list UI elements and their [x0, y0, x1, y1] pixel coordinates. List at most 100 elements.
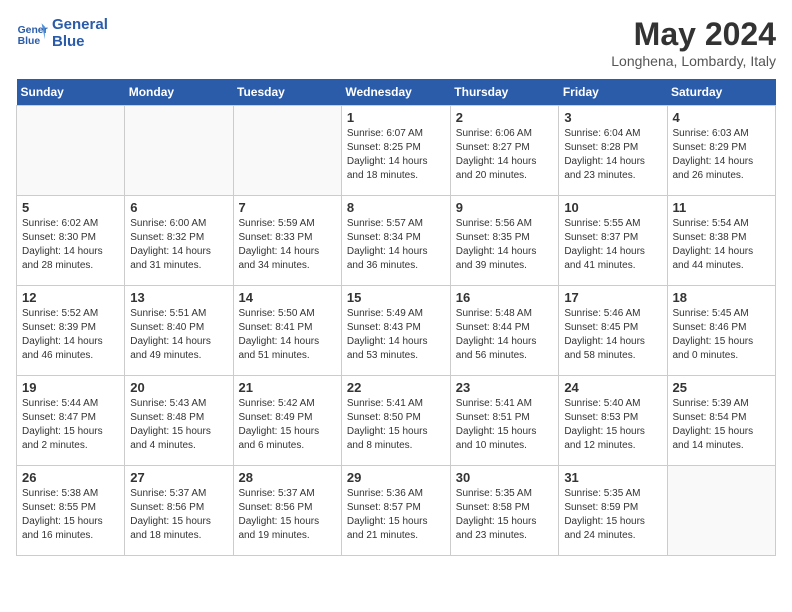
day-number: 10 — [564, 200, 661, 215]
day-number: 8 — [347, 200, 445, 215]
day-number: 19 — [22, 380, 119, 395]
day-info: Sunrise: 5:57 AM Sunset: 8:34 PM Dayligh… — [347, 217, 445, 273]
day-info: Sunrise: 5:46 AM Sunset: 8:45 PM Dayligh… — [564, 307, 661, 363]
day-number: 25 — [673, 380, 771, 395]
day-info: Sunrise: 5:49 AM Sunset: 8:43 PM Dayligh… — [347, 307, 445, 363]
day-info: Sunrise: 6:06 AM Sunset: 8:27 PM Dayligh… — [456, 127, 554, 183]
calendar-cell: 21Sunrise: 5:42 AM Sunset: 8:49 PM Dayli… — [233, 376, 341, 466]
calendar-cell: 5 Sunrise: 6:02 AM Sunset: 8:30 PM Daylig… — [17, 196, 125, 286]
calendar-cell: 7 Sunrise: 5:59 AM Sunset: 8:33 PM Daylig… — [233, 196, 341, 286]
calendar-cell: 23Sunrise: 5:41 AM Sunset: 8:51 PM Dayli… — [450, 376, 559, 466]
day-info: Sunrise: 5:56 AM Sunset: 8:35 PM Dayligh… — [456, 217, 554, 273]
week-row-0: 1Sunrise: 6:07 AM Sunset: 8:25 PM Daylig… — [17, 106, 776, 196]
calendar-cell: 24Sunrise: 5:40 AM Sunset: 8:53 PM Dayli… — [559, 376, 667, 466]
calendar-cell: 31 Sunrise: 5:35 AM Sunset: 8:59 PM Dayli… — [559, 466, 667, 556]
calendar-cell: 26Sunrise: 5:38 AM Sunset: 8:55 PM Dayli… — [17, 466, 125, 556]
day-number: 14 — [239, 290, 336, 305]
day-number: 3 — [564, 110, 661, 125]
day-number: 15 — [347, 290, 445, 305]
calendar-cell: 10 Sunrise: 5:55 AM Sunset: 8:37 PM Dayli… — [559, 196, 667, 286]
day-number: 12 — [22, 290, 119, 305]
day-number: 4 — [673, 110, 771, 125]
day-number: 26 — [22, 470, 119, 485]
logo-icon: General Blue — [16, 17, 48, 49]
day-number: 2 — [456, 110, 554, 125]
calendar-cell: 17Sunrise: 5:46 AM Sunset: 8:45 PM Dayli… — [559, 286, 667, 376]
logo: General Blue General Blue — [16, 16, 108, 50]
calendar-cell: 18 Sunrise: 5:45 AM Sunset: 8:46 PM Dayli… — [667, 286, 776, 376]
day-number: 6 — [130, 200, 227, 215]
day-info: Sunrise: 5:41 AM Sunset: 8:50 PM Dayligh… — [347, 397, 445, 453]
month-title: May 2024 — [611, 16, 776, 53]
calendar-cell — [233, 106, 341, 196]
calendar-cell: 15 Sunrise: 5:49 AM Sunset: 8:43 PM Dayli… — [341, 286, 450, 376]
day-number: 7 — [239, 200, 336, 215]
day-info: Sunrise: 5:43 AM Sunset: 8:48 PM Dayligh… — [130, 397, 227, 453]
calendar-cell: 27 Sunrise: 5:37 AM Sunset: 8:56 PM Dayli… — [125, 466, 233, 556]
day-info: Sunrise: 5:52 AM Sunset: 8:39 PM Dayligh… — [22, 307, 119, 363]
logo-line1: General — [52, 16, 108, 33]
day-info: Sunrise: 5:48 AM Sunset: 8:44 PM Dayligh… — [456, 307, 554, 363]
day-number: 9 — [456, 200, 554, 215]
day-number: 22 — [347, 380, 445, 395]
day-info: Sunrise: 6:03 AM Sunset: 8:29 PM Dayligh… — [673, 127, 771, 183]
day-number: 28 — [239, 470, 336, 485]
day-number: 31 — [564, 470, 661, 485]
day-number: 20 — [130, 380, 227, 395]
day-number: 18 — [673, 290, 771, 305]
calendar-cell: 16 Sunrise: 5:48 AM Sunset: 8:44 PM Dayli… — [450, 286, 559, 376]
calendar-cell: 19 Sunrise: 5:44 AM Sunset: 8:47 PM Dayli… — [17, 376, 125, 466]
day-info: Sunrise: 5:35 AM Sunset: 8:59 PM Dayligh… — [564, 487, 661, 543]
day-info: Sunrise: 5:39 AM Sunset: 8:54 PM Dayligh… — [673, 397, 771, 453]
header-saturday: Saturday — [667, 79, 776, 106]
day-number: 27 — [130, 470, 227, 485]
calendar-cell: 6 Sunrise: 6:00 AM Sunset: 8:32 PM Daylig… — [125, 196, 233, 286]
day-info: Sunrise: 6:07 AM Sunset: 8:25 PM Dayligh… — [347, 127, 445, 183]
day-number: 16 — [456, 290, 554, 305]
day-info: Sunrise: 6:00 AM Sunset: 8:32 PM Dayligh… — [130, 217, 227, 273]
header-thursday: Thursday — [450, 79, 559, 106]
day-info: Sunrise: 5:35 AM Sunset: 8:58 PM Dayligh… — [456, 487, 554, 543]
title-block: May 2024 Longhena, Lombardy, Italy — [611, 16, 776, 69]
calendar-cell — [667, 466, 776, 556]
day-info: Sunrise: 5:59 AM Sunset: 8:33 PM Dayligh… — [239, 217, 336, 273]
day-number: 5 — [22, 200, 119, 215]
day-number: 23 — [456, 380, 554, 395]
calendar-cell: 9 Sunrise: 5:56 AM Sunset: 8:35 PM Daylig… — [450, 196, 559, 286]
day-number: 13 — [130, 290, 227, 305]
week-row-1: 5 Sunrise: 6:02 AM Sunset: 8:30 PM Daylig… — [17, 196, 776, 286]
day-info: Sunrise: 5:55 AM Sunset: 8:37 PM Dayligh… — [564, 217, 661, 273]
calendar-cell: 11 Sunrise: 5:54 AM Sunset: 8:38 PM Dayli… — [667, 196, 776, 286]
calendar-cell: 13Sunrise: 5:51 AM Sunset: 8:40 PM Dayli… — [125, 286, 233, 376]
day-info: Sunrise: 6:04 AM Sunset: 8:28 PM Dayligh… — [564, 127, 661, 183]
day-info: Sunrise: 5:50 AM Sunset: 8:41 PM Dayligh… — [239, 307, 336, 363]
calendar-cell: 14 Sunrise: 5:50 AM Sunset: 8:41 PM Dayli… — [233, 286, 341, 376]
header-monday: Monday — [125, 79, 233, 106]
day-info: Sunrise: 5:37 AM Sunset: 8:56 PM Dayligh… — [130, 487, 227, 543]
logo-line2: Blue — [52, 33, 108, 50]
calendar-cell: 25 Sunrise: 5:39 AM Sunset: 8:54 PM Dayli… — [667, 376, 776, 466]
calendar-cell: 30 Sunrise: 5:35 AM Sunset: 8:58 PM Dayli… — [450, 466, 559, 556]
location: Longhena, Lombardy, Italy — [611, 53, 776, 69]
calendar-cell: 3 Sunrise: 6:04 AM Sunset: 8:28 PM Daylig… — [559, 106, 667, 196]
day-info: Sunrise: 5:54 AM Sunset: 8:38 PM Dayligh… — [673, 217, 771, 273]
day-info: Sunrise: 6:02 AM Sunset: 8:30 PM Dayligh… — [22, 217, 119, 273]
day-info: Sunrise: 5:44 AM Sunset: 8:47 PM Dayligh… — [22, 397, 119, 453]
day-number: 21 — [239, 380, 336, 395]
day-number: 29 — [347, 470, 445, 485]
svg-text:Blue: Blue — [18, 36, 41, 47]
calendar-cell: 28Sunrise: 5:37 AM Sunset: 8:56 PM Dayli… — [233, 466, 341, 556]
calendar-cell: 22 Sunrise: 5:41 AM Sunset: 8:50 PM Dayli… — [341, 376, 450, 466]
calendar-cell — [125, 106, 233, 196]
day-info: Sunrise: 5:36 AM Sunset: 8:57 PM Dayligh… — [347, 487, 445, 543]
calendar-cell: 12 Sunrise: 5:52 AM Sunset: 8:39 PM Dayli… — [17, 286, 125, 376]
day-info: Sunrise: 5:45 AM Sunset: 8:46 PM Dayligh… — [673, 307, 771, 363]
header-tuesday: Tuesday — [233, 79, 341, 106]
header-wednesday: Wednesday — [341, 79, 450, 106]
calendar-cell: 4 Sunrise: 6:03 AM Sunset: 8:29 PM Daylig… — [667, 106, 776, 196]
day-info: Sunrise: 5:40 AM Sunset: 8:53 PM Dayligh… — [564, 397, 661, 453]
calendar-header-row: SundayMondayTuesdayWednesdayThursdayFrid… — [17, 79, 776, 106]
day-number: 11 — [673, 200, 771, 215]
calendar-cell: 8 Sunrise: 5:57 AM Sunset: 8:34 PM Daylig… — [341, 196, 450, 286]
day-number: 30 — [456, 470, 554, 485]
